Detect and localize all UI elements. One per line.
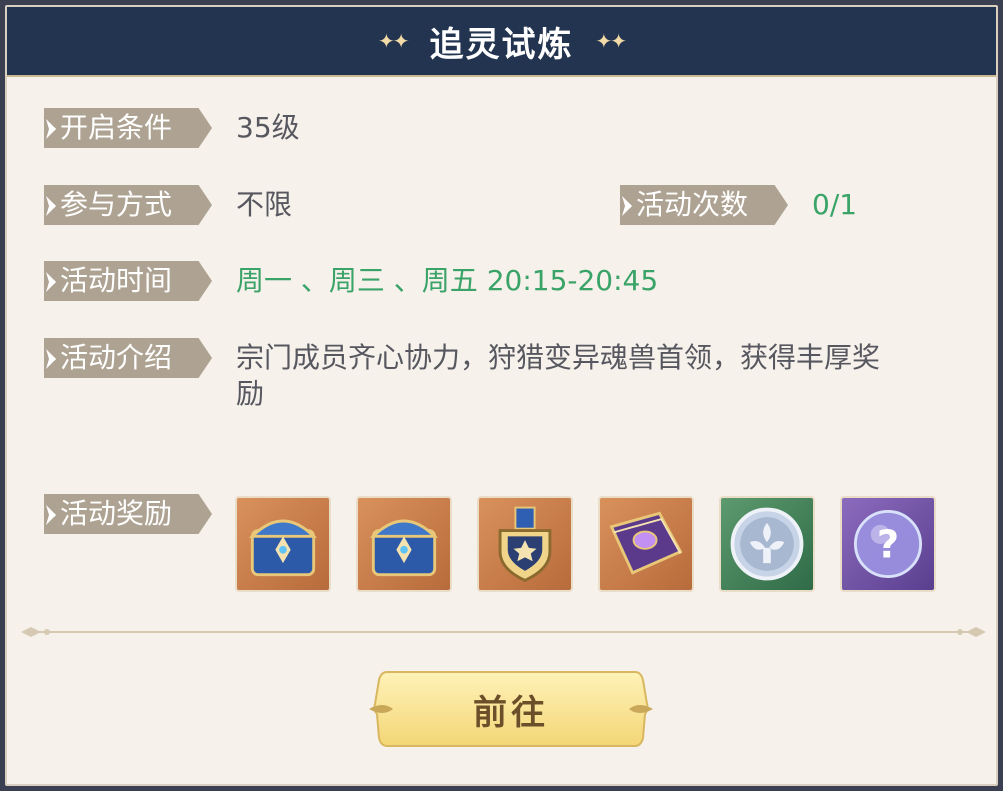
participation-label: 参与方式 bbox=[44, 185, 212, 225]
svg-text:?: ? bbox=[877, 522, 899, 567]
sparkle-left-icon: ✦✦ bbox=[377, 29, 409, 53]
sparkle-right-icon: ✦✦ bbox=[595, 29, 627, 53]
go-button-label: 前往 bbox=[473, 693, 549, 732]
go-button[interactable]: 前往 bbox=[365, 668, 657, 750]
reward-item-3[interactable] bbox=[477, 496, 573, 592]
reward-item-4[interactable] bbox=[598, 496, 694, 592]
reward-item-1[interactable] bbox=[235, 496, 331, 592]
purple-spellbook-icon bbox=[609, 511, 683, 575]
reward-item-5[interactable] bbox=[719, 496, 815, 592]
title-bar: ✦✦ 追灵试炼 ✦✦ bbox=[7, 7, 996, 77]
participation-value: 不限 bbox=[236, 188, 293, 221]
reward-item-2[interactable] bbox=[356, 496, 452, 592]
event-intro-line1: 宗门成员齐心协力，狩猎变异魂兽首领，获得丰厚奖 bbox=[236, 341, 881, 374]
unlock-condition-value: 35级 bbox=[236, 111, 300, 144]
blue-treasure-chest-icon bbox=[369, 519, 439, 577]
event-info-panel: ✦✦ 追灵试炼 ✦✦ 开启条件 35级 参与方式 不限 活动次数 0/1 活动时… bbox=[5, 5, 998, 786]
blue-treasure-chest-icon bbox=[248, 519, 318, 577]
attempts-label: 活动次数 bbox=[620, 185, 788, 225]
unlock-condition-label: 开启条件 bbox=[44, 108, 212, 148]
event-intro-label: 活动介绍 bbox=[44, 338, 212, 378]
event-rewards-label: 活动奖励 bbox=[44, 494, 212, 534]
gold-medal-badge-icon bbox=[498, 506, 552, 583]
reward-item-6[interactable]: ? bbox=[840, 496, 936, 592]
section-divider bbox=[21, 627, 986, 637]
panel-title: 追灵试炼 bbox=[429, 24, 574, 65]
event-time-label: 活动时间 bbox=[44, 261, 212, 301]
mystery-orb-icon: ? bbox=[853, 509, 923, 579]
event-time-value: 周一 、周三 、周五 20:15-20:45 bbox=[236, 264, 659, 297]
event-intro-line2: 励 bbox=[236, 377, 265, 410]
silver-fleur-coin-icon bbox=[730, 507, 804, 581]
attempts-value: 0/1 bbox=[812, 188, 858, 221]
